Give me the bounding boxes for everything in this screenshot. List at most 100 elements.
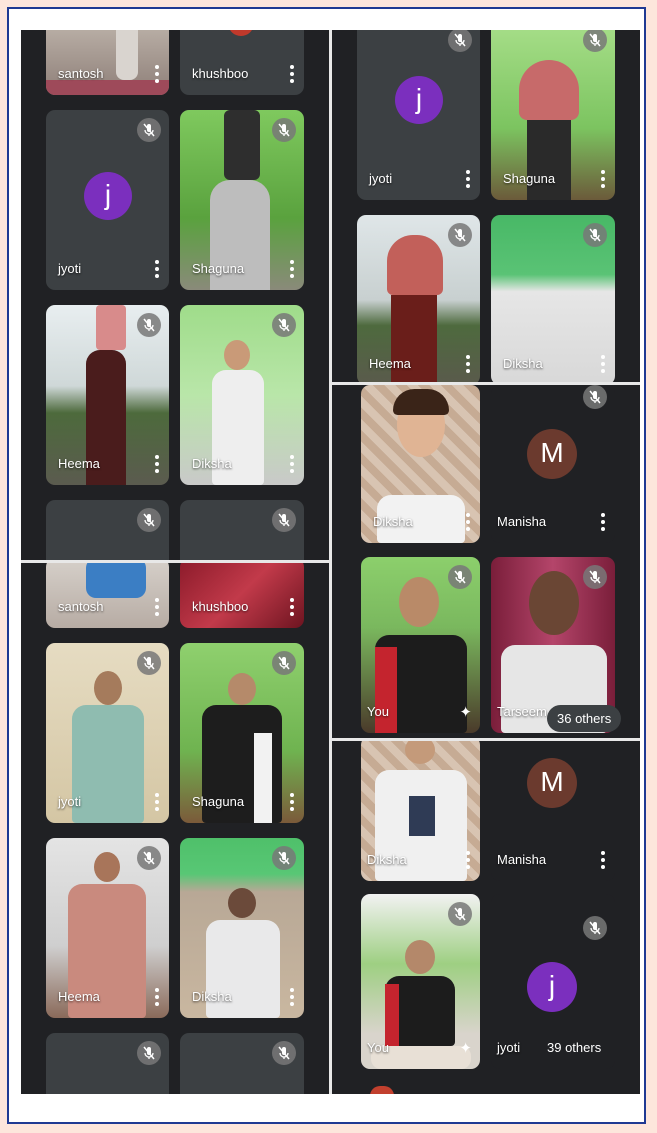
participant-tile[interactable]: Diksha [180,305,304,485]
participant-name: Diksha [192,456,232,471]
participant-tile[interactable]: You ✦ [361,557,480,733]
divider-horizontal-right-1 [332,382,640,385]
participant-name: khushboo [192,599,249,614]
participant-head [94,852,120,882]
shirt-stripe [254,733,272,823]
effects-sparkle-icon[interactable]: ✦ [459,703,472,721]
divider-horizontal-right-2 [332,738,640,741]
participant-tile[interactable]: khushboo [180,563,304,628]
participant-tile-partial[interactable] [180,1033,304,1094]
participant-tile[interactable]: j jyoti [46,110,169,290]
shirt-print [409,796,435,836]
participant-tile[interactable]: Diksha [361,385,480,543]
participant-name: khushboo [192,66,249,81]
participant-tile[interactable]: santosh [46,563,169,628]
mic-off-icon [448,223,472,247]
divider-vertical [329,30,332,1094]
participant-name: jyoti [497,1040,521,1055]
participant-tile[interactable]: M Manisha [491,385,615,543]
avatar: M [527,429,577,479]
more-options-icon[interactable] [155,598,159,616]
more-options-icon[interactable] [466,851,470,869]
participant-video [387,235,443,295]
shirt-stripe [375,647,397,733]
participant-video [519,60,579,120]
more-options-icon[interactable] [290,455,294,473]
participant-name: jyoti [58,794,82,809]
mic-off-icon [583,223,607,247]
participant-head [405,940,435,974]
participant-tile[interactable]: Shaguna [491,30,615,200]
participant-tile[interactable]: j jyoti 39 others [491,894,615,1069]
participant-tile[interactable]: Diksha [491,215,615,382]
participant-name: Heema [58,456,100,471]
mic-off-icon [448,30,472,52]
participant-tile[interactable]: You ✦ [361,894,480,1069]
participant-name: Shaguna [192,794,245,809]
participant-tile[interactable]: Heema [357,215,480,382]
participant-tile[interactable]: Heema [46,305,169,485]
participant-legs [527,120,571,200]
more-options-icon[interactable] [155,260,159,278]
avatar: M [527,758,577,808]
more-options-icon[interactable] [290,65,294,83]
more-options-icon[interactable] [290,988,294,1006]
participant-name: You [367,1040,389,1055]
more-options-icon[interactable] [466,355,470,373]
participant-name: jyoti [369,171,393,186]
more-options-icon[interactable] [290,260,294,278]
participant-name: Heema [58,989,100,1004]
mic-off-icon [272,651,296,675]
more-options-icon[interactable] [290,793,294,811]
panel-bottom-right: Diksha M Manisha You ✦ j jyoti 39 others [332,741,640,1094]
screenshot-collage: santosh khushboo j jyoti Shaguna Heema D… [21,30,640,1094]
participant-hair [393,389,449,415]
participant-tile[interactable]: santosh [46,30,169,95]
mic-off-icon [137,846,161,870]
participant-head [228,888,256,918]
participant-tile[interactable]: Heema [46,838,169,1018]
more-options-icon[interactable] [155,65,159,83]
more-options-icon[interactable] [601,513,605,531]
more-options-icon[interactable] [155,988,159,1006]
mic-off-icon [272,508,296,532]
participant-tile[interactable]: Shaguna [180,110,304,290]
more-options-icon[interactable] [601,851,605,869]
participant-tile[interactable]: j jyoti [357,30,480,200]
mic-off-icon [272,846,296,870]
more-options-icon[interactable] [155,455,159,473]
participant-tile[interactable]: Diksha [180,838,304,1018]
more-options-icon[interactable] [290,598,294,616]
mic-off-icon [137,1041,161,1065]
effects-sparkle-icon[interactable]: ✦ [459,1039,472,1057]
mic-off-icon [583,385,607,409]
participant-tile[interactable]: jyoti [46,643,169,823]
participant-name: Shaguna [192,261,245,276]
participant-tile[interactable]: khushboo [180,30,304,95]
participant-name: Manisha [497,852,547,867]
more-options-icon[interactable] [601,355,605,373]
yoga-mat [46,80,169,95]
participant-name: Diksha [192,989,232,1004]
participant-tile-partial[interactable] [46,500,169,561]
participant-head [228,673,256,705]
mic-off-icon [272,118,296,142]
participant-tile-partial[interactable] [180,500,304,561]
participant-tile[interactable]: Shaguna [180,643,304,823]
participant-tile[interactable]: M Manisha [491,741,615,881]
participant-name: jyoti [58,261,82,276]
participant-name: Heema [369,356,411,371]
end-call-button-partial[interactable] [370,1086,394,1094]
more-options-icon[interactable] [466,513,470,531]
more-options-icon[interactable] [155,793,159,811]
participant-name: Diksha [503,356,543,371]
more-options-icon[interactable] [466,170,470,188]
participant-tile-partial[interactable] [46,1033,169,1094]
more-options-icon[interactable] [601,170,605,188]
others-count-button[interactable]: 36 others [547,705,622,732]
mic-off-icon [137,313,161,337]
others-count-button[interactable]: 39 others [547,1040,601,1055]
panel-bottom-left: santosh khushboo jyoti Shaguna Heema Dik… [21,563,329,1094]
participant-tile[interactable]: Diksha [361,741,480,881]
mic-off-icon [137,651,161,675]
